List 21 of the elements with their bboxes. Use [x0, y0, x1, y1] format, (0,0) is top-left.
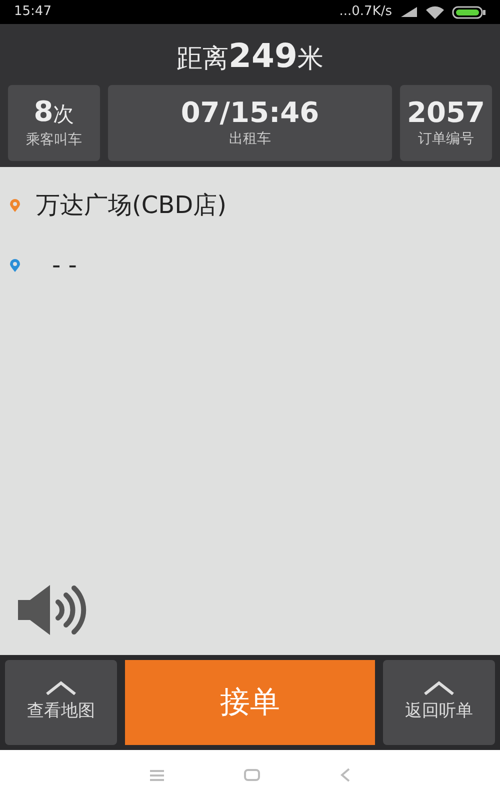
chevron-up-icon: [423, 680, 455, 695]
stat-label: 出租车: [229, 130, 271, 148]
back-icon[interactable]: [340, 768, 350, 782]
home-icon[interactable]: [244, 769, 260, 781]
signal-icon: [400, 6, 418, 18]
action-button[interactable]: 返回听单: [383, 660, 495, 745]
menu-icon[interactable]: [150, 770, 164, 780]
destination-text: - -: [52, 250, 77, 281]
pickup-text: 万达广场(CBD店): [36, 190, 226, 221]
action-button[interactable]: 查看地图: [5, 660, 117, 745]
stat-value: 8次: [34, 96, 74, 130]
distance-text: 距离249米: [176, 35, 324, 77]
chevron-up-icon: [45, 680, 77, 695]
stat-label: 订单编号: [418, 130, 474, 148]
network-speed: ...0.7K/s: [339, 3, 392, 22]
stat-value: 07/15:46: [180, 96, 320, 128]
wifi-icon: [426, 6, 444, 18]
stat-value: 2057: [407, 96, 485, 128]
stat-label: 乘客叫车: [26, 130, 82, 150]
battery-icon: [452, 6, 486, 18]
status-time: 15:47: [14, 3, 52, 22]
